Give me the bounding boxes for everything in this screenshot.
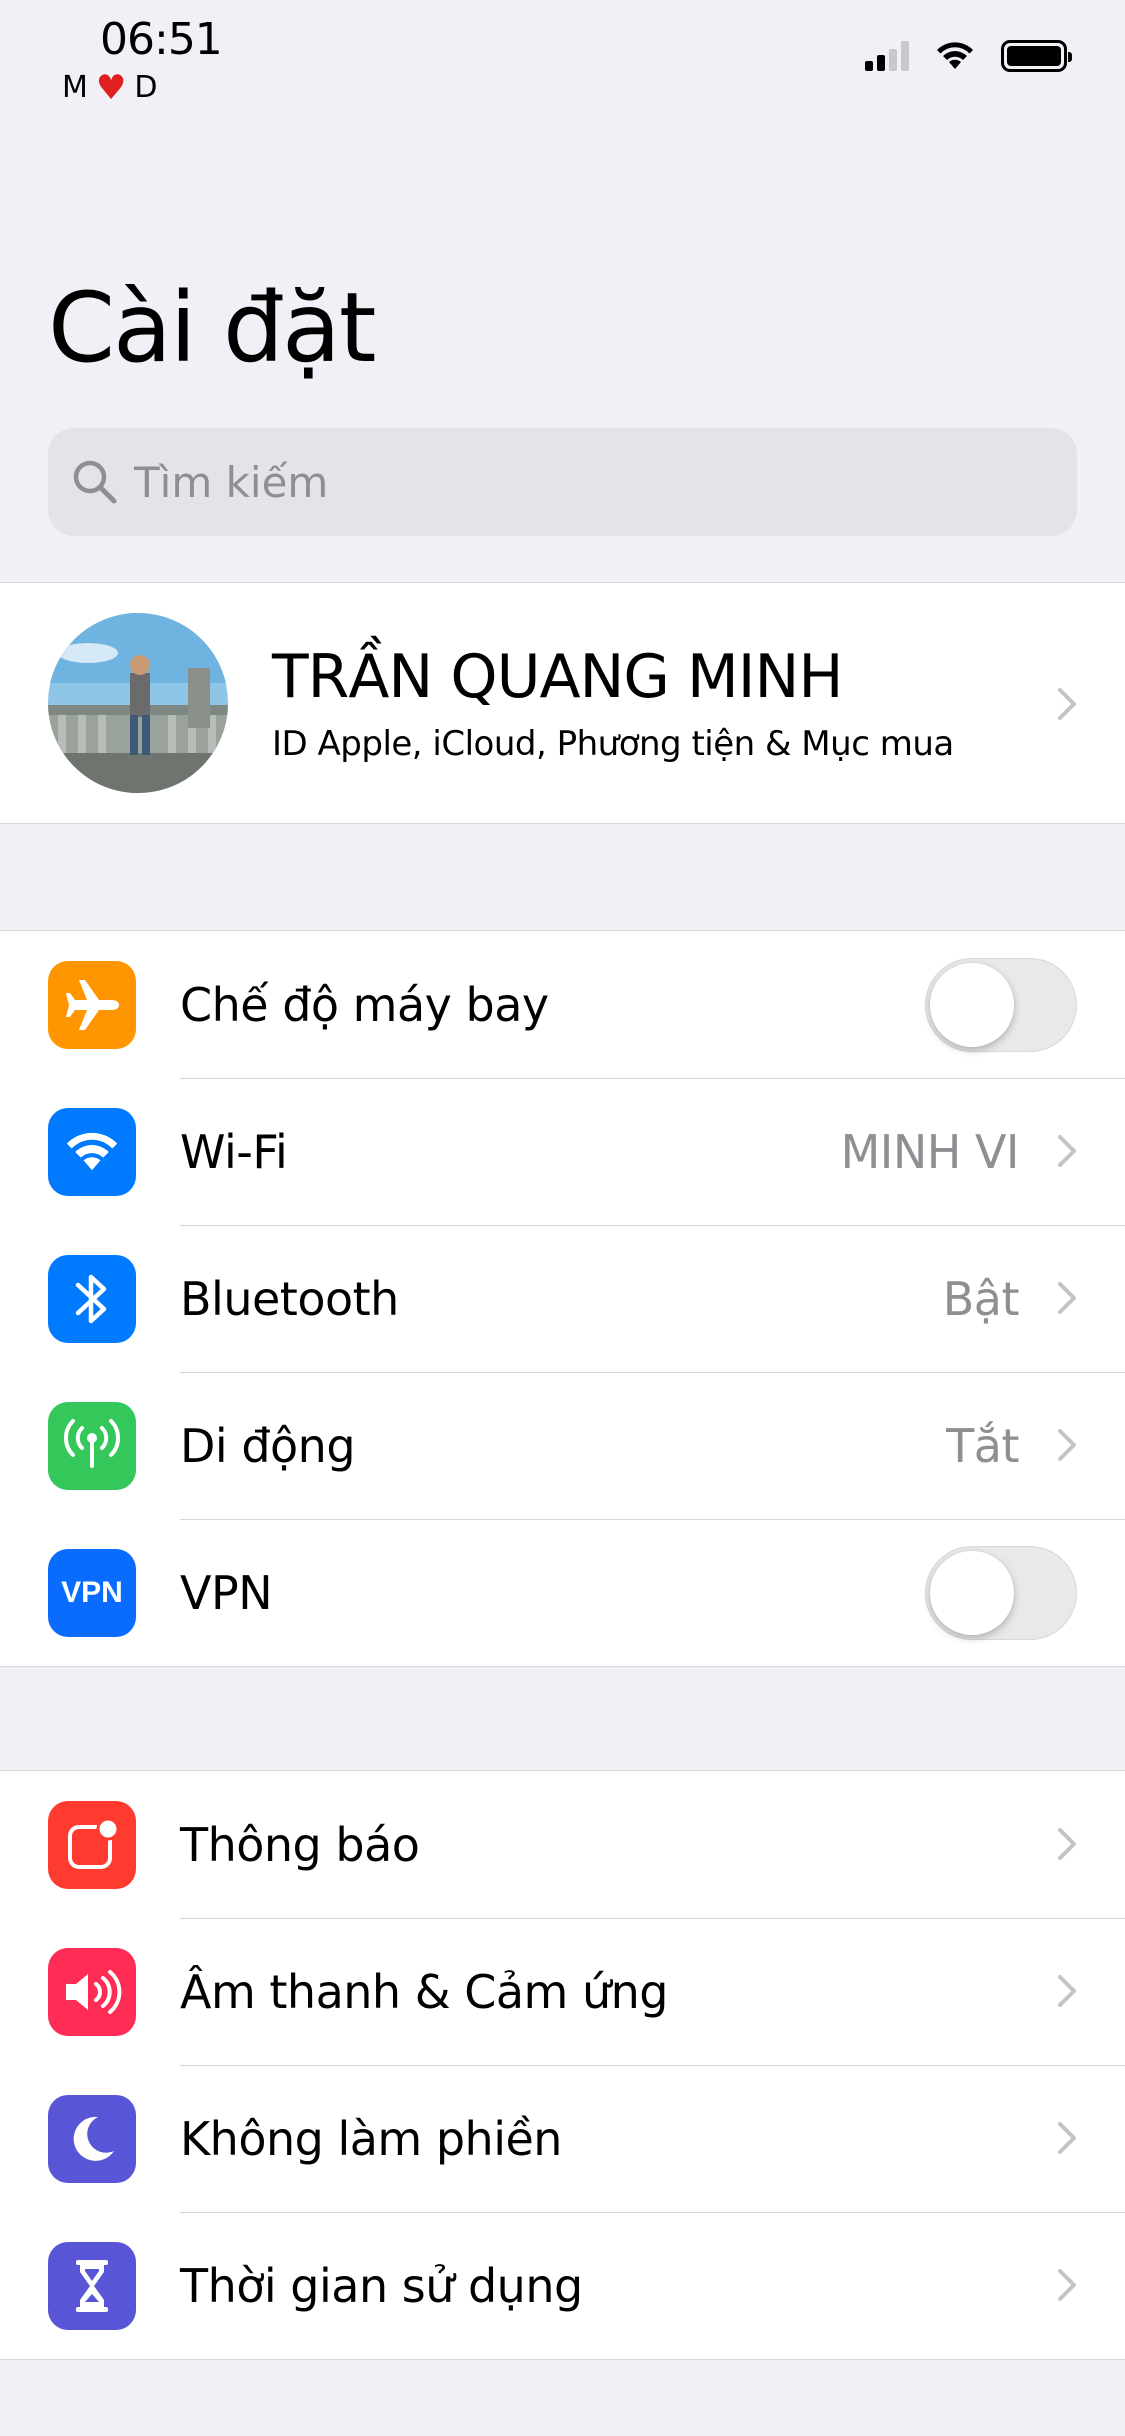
carrier-label: M ♥ D [62,70,157,105]
cellular-row[interactable]: Di động Tắt [0,1372,1125,1519]
row-label-bluetooth: Bluetooth [180,1271,399,1326]
vpn-row[interactable]: VPN VPN [0,1519,1125,1666]
status-time: 06:51 [100,14,223,65]
status-bar: 06:51 M ♥ D [0,0,1125,120]
chevron-right-icon [1058,1282,1076,1314]
vpn-icon-text: VPN [61,1575,123,1609]
notifications-group: Thông báo Âm thanh & Cảm ứng Không làm p… [0,1770,1125,2360]
signal-strength-icon [865,41,909,71]
row-label-airplane-mode: Chế độ máy bay [180,977,549,1032]
row-label-notifications: Thông báo [180,1817,420,1872]
notifications-row[interactable]: Thông báo [0,1771,1125,1918]
hourglass-icon [48,2241,136,2330]
page-title: Cài đặt [48,272,376,384]
apple-id-profile-row[interactable]: TRẦN QUANG MINH ID Apple, iCloud, Phương… [0,582,1125,824]
bluetooth-row[interactable]: Bluetooth Bật [0,1225,1125,1372]
notifications-icon [48,1800,136,1889]
battery-icon [1001,40,1072,72]
cellular-antenna-icon [48,1401,136,1490]
row-label-screen-time: Thời gian sử dụng [180,2258,583,2313]
chevron-right-icon [1058,1429,1076,1461]
vpn-toggle[interactable] [925,1545,1077,1640]
connectivity-group: Chế độ máy bay Wi-Fi MINH VI Bluetooth B… [0,930,1125,1667]
vpn-icon: VPN [48,1548,136,1637]
chevron-right-icon [1058,1135,1076,1167]
bluetooth-status-value: Bật [942,1271,1020,1326]
row-label-vpn: VPN [180,1565,273,1620]
profile-subtitle: ID Apple, iCloud, Phương tiện & Mục mua [272,724,954,764]
row-label-cellular: Di động [180,1418,356,1473]
chevron-right-icon [1058,688,1076,720]
search-input[interactable] [134,457,1034,507]
airplane-mode-toggle[interactable] [925,957,1077,1052]
do-not-disturb-row[interactable]: Không làm phiền [0,2065,1125,2212]
bluetooth-icon [48,1254,136,1343]
avatar [48,613,228,793]
speaker-icon [48,1947,136,2036]
wifi-row[interactable]: Wi-Fi MINH VI [0,1078,1125,1225]
carrier-left: M [62,70,88,105]
status-icons [865,40,1072,72]
heart-icon: ♥ [95,67,127,108]
chevron-right-icon [1058,1975,1076,2007]
chevron-right-icon [1058,2269,1076,2301]
row-label-sounds-haptics: Âm thanh & Cảm ứng [180,1964,668,2019]
profile-text: TRẦN QUANG MINH ID Apple, iCloud, Phương… [272,642,954,764]
row-label-do-not-disturb: Không làm phiền [180,2111,562,2166]
cellular-status-value: Tắt [946,1418,1019,1473]
sounds-haptics-row[interactable]: Âm thanh & Cảm ứng [0,1918,1125,2065]
row-label-wifi: Wi-Fi [180,1124,288,1179]
wifi-icon [48,1107,136,1196]
profile-name: TRẦN QUANG MINH [272,642,843,712]
carrier-right: D [134,70,158,105]
search-bar[interactable] [48,428,1077,536]
chevron-right-icon [1058,1828,1076,1860]
airplane-icon [48,960,136,1049]
wifi-status-icon [937,42,973,69]
wifi-network-value: MINH VI [840,1124,1020,1179]
chevron-right-icon [1058,2122,1076,2154]
search-icon [73,460,117,504]
airplane-mode-row[interactable]: Chế độ máy bay [0,931,1125,1078]
moon-icon [48,2094,136,2183]
screen-time-row[interactable]: Thời gian sử dụng [0,2212,1125,2359]
